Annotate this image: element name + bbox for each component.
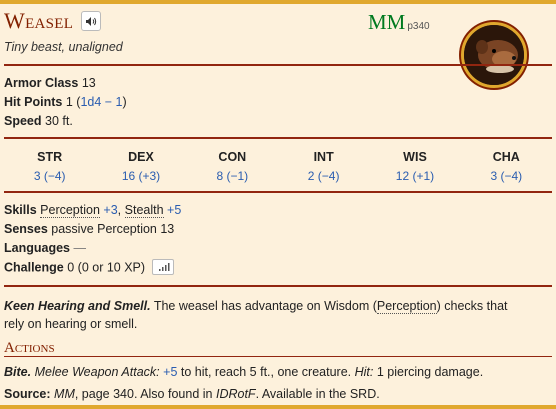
hit-points-label: Hit Points: [4, 95, 63, 109]
actions-heading: Actions: [4, 340, 55, 356]
senses-value: passive Perception 13: [51, 222, 175, 236]
ability-roller[interactable]: 3 (−4): [4, 169, 95, 183]
ability-name: WIS: [403, 150, 427, 164]
ability-scores: STR 3 (−4) DEX 16 (+3) CON 8 (−1) INT 2 …: [4, 150, 552, 183]
ability-roller[interactable]: 2 (−4): [278, 169, 369, 183]
languages-label: Languages: [4, 241, 70, 255]
hit-dice-roller[interactable]: 1d4 − 1: [80, 95, 122, 109]
speed-value: 30 ft.: [45, 114, 73, 128]
senses-line: Senses passive Perception 13: [4, 222, 174, 236]
ability-str: STR 3 (−4): [4, 150, 95, 183]
trait-title: Keen Hearing and Smell.: [4, 299, 151, 313]
attack-roller[interactable]: +5: [163, 365, 177, 379]
perception-link[interactable]: Perception: [376, 299, 437, 314]
bottom-border: [0, 405, 556, 409]
ability-name: CON: [218, 150, 247, 164]
ability-name: INT: [313, 150, 334, 164]
source-book-link[interactable]: MM: [54, 387, 75, 401]
hit-text: 1 piercing damage.: [376, 365, 484, 379]
trait-text-2: ) checks that: [436, 299, 508, 313]
name-row: Weasel: [4, 8, 102, 34]
hit-points-line: Hit Points 1 (1d4 − 1): [4, 95, 127, 109]
ability-name: CHA: [492, 150, 520, 164]
top-border: [0, 0, 556, 4]
ability-int: INT 2 (−4): [278, 150, 369, 183]
pronounce-button[interactable]: [81, 11, 102, 31]
armor-class-line: Armor Class 13: [4, 76, 96, 90]
armor-class-value: 13: [81, 76, 96, 90]
ability-dex: DEX 16 (+3): [95, 150, 186, 183]
skill-separator: ,: [117, 203, 122, 217]
other-source-link[interactable]: IDRotF: [216, 387, 256, 401]
skills-label: Skills: [4, 203, 37, 217]
source-line: Source: MM, page 340. Also found in IDRo…: [4, 385, 544, 403]
trait-keen-hearing: Keen Hearing and Smell. The weasel has a…: [4, 297, 544, 333]
divider: [4, 137, 552, 139]
hit-label: Hit:: [354, 365, 374, 379]
challenge-label: Challenge: [4, 260, 64, 275]
speed-line: Speed 30 ft.: [4, 114, 73, 128]
skill-stealth-link[interactable]: Stealth: [124, 203, 164, 218]
trait-text-1: The weasel has advantage on Wisdom (: [153, 299, 377, 313]
divider: [4, 285, 552, 287]
bar-chart-icon: [158, 263, 170, 271]
languages-value: —: [73, 241, 86, 255]
ability-wis: WIS 12 (+1): [369, 150, 460, 183]
challenge-value: 0 (0 or 10 XP): [67, 260, 146, 275]
encounter-builder-button[interactable]: [151, 259, 174, 275]
action-name: Bite.: [4, 365, 32, 379]
ability-roller[interactable]: 3 (−4): [461, 169, 552, 183]
attack-type: Melee Weapon Attack:: [34, 365, 160, 379]
ability-cha: CHA 3 (−4): [461, 150, 552, 183]
action-bite: Bite. Melee Weapon Attack: +5 to hit, re…: [4, 363, 544, 381]
source-page: p340: [407, 21, 430, 32]
actions-underline: [4, 356, 552, 357]
ability-name: DEX: [128, 150, 154, 164]
source-text-1: , page 340. Also found in: [74, 387, 213, 401]
skill-stealth-roller[interactable]: +5: [167, 203, 181, 217]
ability-con: CON 8 (−1): [187, 150, 278, 183]
armor-class-label: Armor Class: [4, 76, 79, 90]
ability-roller[interactable]: 8 (−1): [187, 169, 278, 183]
skill-perception-link[interactable]: Perception: [40, 203, 100, 218]
attack-text: to hit, reach 5 ft., one creature.: [180, 365, 352, 379]
divider: [4, 191, 552, 193]
source-abbrev[interactable]: MM p340: [368, 10, 430, 35]
speaker-icon: [85, 16, 96, 26]
languages-line: Languages —: [4, 241, 86, 255]
ability-roller[interactable]: 12 (+1): [369, 169, 460, 183]
skills-line: Skills Perception +3, Stealth +5: [4, 203, 181, 218]
source-label: Source:: [4, 387, 51, 401]
creature-subtitle: Tiny beast, unaligned: [4, 40, 123, 54]
skill-perception-roller[interactable]: +3: [103, 203, 117, 217]
hit-points-close: ): [122, 95, 127, 109]
ability-name: STR: [37, 150, 63, 164]
senses-label: Senses: [4, 222, 48, 236]
source-book[interactable]: MM: [368, 10, 405, 34]
creature-token[interactable]: [461, 22, 527, 88]
divider: [4, 64, 552, 66]
weasel-token-image: [464, 25, 524, 85]
source-text-2: . Available in the SRD.: [255, 387, 380, 401]
challenge-line: Challenge 0 (0 or 10 XP): [4, 259, 174, 276]
trait-text-3: rely on hearing or smell.: [4, 317, 138, 331]
hit-points-value: 1: [65, 95, 73, 109]
ability-roller[interactable]: 16 (+3): [95, 169, 186, 183]
speed-label: Speed: [4, 114, 42, 128]
creature-name: Weasel: [4, 8, 74, 33]
